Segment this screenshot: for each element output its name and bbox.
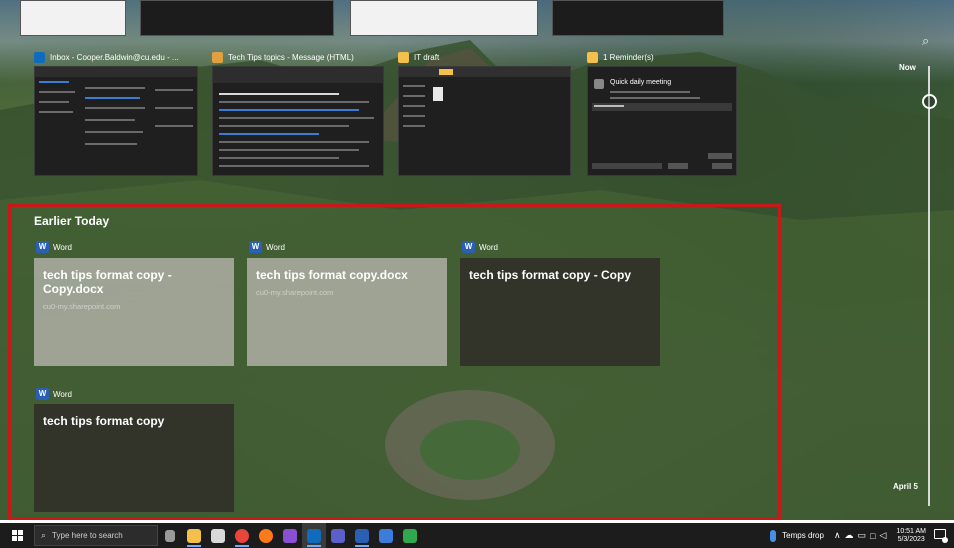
- window-preview: [34, 66, 198, 176]
- battery-icon[interactable]: ▭: [858, 530, 867, 541]
- search-icon[interactable]: ⌕: [922, 33, 929, 49]
- taskbar-clock[interactable]: 10:51 AM 5/3/2023: [896, 528, 926, 544]
- clock-time: 10:51 AM: [896, 527, 926, 535]
- timeline-slider-handle[interactable]: [922, 94, 937, 109]
- window-title-bar: Tech Tips topics - Message (HTML): [212, 48, 384, 66]
- window-preview: [212, 66, 384, 176]
- window-title: Tech Tips topics - Message (HTML): [228, 52, 354, 62]
- card-app-label: W Word: [36, 388, 72, 400]
- section-title: Earlier Today: [34, 214, 110, 228]
- card-app-name: Word: [266, 242, 285, 252]
- window-it-draft[interactable]: IT draft: [398, 48, 571, 176]
- card-title: tech tips format copy: [43, 414, 165, 428]
- top-window-thumbnail[interactable]: [552, 0, 724, 36]
- card-title: tech tips format copy.docx: [256, 268, 408, 282]
- weather-text: Temps drop: [782, 531, 824, 540]
- timeline-now-label: Now: [899, 63, 916, 72]
- taskbar-app-word[interactable]: [350, 523, 374, 548]
- system-tray: ∧ ☁ ▭ □ ◁: [832, 530, 888, 541]
- timeline-scrollbar[interactable]: [928, 66, 930, 506]
- window-title-bar: 1 Reminder(s): [587, 48, 737, 66]
- window-title: 1 Reminder(s): [603, 52, 654, 62]
- word-icon: [355, 528, 369, 543]
- taskbar-app-outlook[interactable]: [302, 523, 326, 548]
- card-app-label: W Word: [462, 241, 498, 253]
- taskbar-app-file-explorer[interactable]: [182, 523, 206, 548]
- timeline-date-label: April 5: [893, 482, 918, 491]
- reminder-subject: Quick daily meeting: [610, 79, 672, 86]
- taskbar-app-blue[interactable]: [374, 523, 398, 548]
- window-title-bar: IT draft: [398, 48, 571, 66]
- top-window-thumbnail[interactable]: [20, 0, 126, 36]
- taskbar-app-teams[interactable]: [326, 523, 350, 548]
- desktop-background: Inbox - Cooper.Baldwin@cu.edu - ... Tech…: [0, 0, 954, 520]
- top-window-thumbnail[interactable]: [350, 0, 538, 36]
- window-title: Inbox - Cooper.Baldwin@cu.edu - ...: [50, 52, 179, 62]
- window-reminders[interactable]: 1 Reminder(s) Quick daily meeting: [587, 48, 737, 176]
- word-icon: W: [36, 241, 49, 253]
- card-subtitle: cu0-my.sharepoint.com: [43, 302, 121, 311]
- chevron-up-icon[interactable]: ∧: [834, 530, 841, 541]
- teams-icon: [331, 528, 345, 543]
- window-preview: Quick daily meeting: [587, 66, 737, 176]
- taskbar-app-calculator[interactable]: [206, 523, 230, 548]
- activity-card[interactable]: tech tips format copy.docx cu0-my.sharep…: [247, 258, 447, 366]
- activity-card[interactable]: tech tips format copy - Copy: [460, 258, 660, 366]
- taskbar-app-green[interactable]: [398, 523, 422, 548]
- window-preview: [398, 66, 571, 176]
- folder-icon: [187, 528, 201, 543]
- word-icon: W: [249, 241, 262, 253]
- windows-logo-icon: [11, 530, 23, 541]
- firefox-icon: [259, 528, 273, 543]
- window-tech-tips-message[interactable]: Tech Tips topics - Message (HTML): [212, 48, 384, 176]
- activity-card[interactable]: tech tips format copy: [34, 404, 234, 512]
- taskbar-app-task-view[interactable]: [158, 523, 182, 548]
- chrome-icon: [235, 528, 249, 543]
- card-subtitle: cu0-my.sharepoint.com: [256, 288, 334, 297]
- taskbar-search-box[interactable]: ⌕ Type here to search: [34, 525, 158, 546]
- word-icon: W: [462, 241, 475, 253]
- volume-icon[interactable]: ◁: [880, 530, 887, 541]
- window-title-bar: Inbox - Cooper.Baldwin@cu.edu - ...: [34, 48, 198, 66]
- bell-icon: [587, 51, 598, 63]
- card-title: tech tips format copy - Copy: [469, 268, 632, 282]
- app-icon: [379, 528, 393, 543]
- window-outlook-inbox[interactable]: Inbox - Cooper.Baldwin@cu.edu - ...: [34, 48, 198, 176]
- search-placeholder: Type here to search: [52, 531, 123, 540]
- window-title: IT draft: [414, 52, 440, 62]
- search-icon: ⌕: [41, 530, 47, 540]
- outlook-icon: [34, 51, 45, 63]
- notifications-icon[interactable]: [934, 528, 948, 543]
- thermometer-icon: [770, 529, 777, 542]
- taskbar-app-chrome[interactable]: [230, 523, 254, 548]
- card-app-name: Word: [53, 389, 72, 399]
- onenote-icon: [283, 528, 297, 543]
- app-icon: [403, 528, 417, 543]
- task-view-icon: [165, 529, 175, 542]
- outlook-icon: [307, 528, 321, 543]
- folder-icon: [398, 51, 409, 63]
- mail-message-icon: [212, 51, 223, 63]
- network-icon[interactable]: □: [870, 531, 875, 541]
- weather-widget[interactable]: Temps drop: [770, 529, 824, 542]
- taskbar-app-firefox[interactable]: [254, 523, 278, 548]
- top-window-thumbnail[interactable]: [140, 0, 334, 36]
- card-app-label: W Word: [249, 241, 285, 253]
- card-app-name: Word: [53, 242, 72, 252]
- taskbar: ⌕ Type here to search Temps drop ∧ ☁ ▭ □…: [0, 523, 954, 548]
- calculator-icon: [211, 528, 225, 543]
- cloud-icon[interactable]: ☁: [845, 530, 854, 541]
- clock-date: 5/3/2023: [897, 535, 925, 543]
- card-app-label: W Word: [36, 241, 72, 253]
- card-app-name: Word: [479, 242, 498, 252]
- taskbar-app-onenote[interactable]: [278, 523, 302, 548]
- word-icon: W: [36, 388, 49, 400]
- start-button[interactable]: [6, 523, 28, 548]
- card-title: tech tips format copy - Copy.docx: [43, 268, 172, 296]
- activity-card[interactable]: tech tips format copy - Copy.docx cu0-my…: [34, 258, 234, 366]
